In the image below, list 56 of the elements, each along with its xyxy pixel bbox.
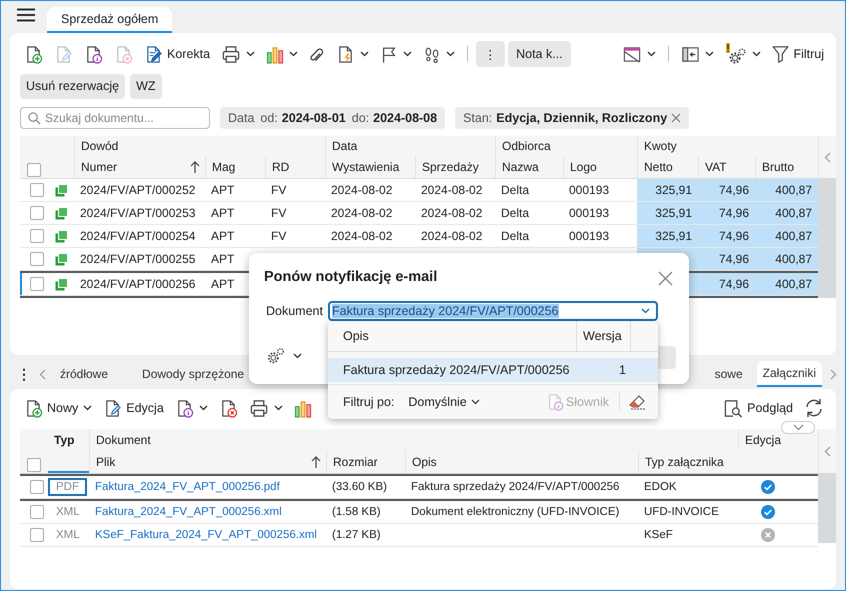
filter-value: 2024-08-08 xyxy=(373,111,438,125)
table-cell: (1.58 KB) xyxy=(332,506,381,518)
filter-label: Filtruj po: xyxy=(343,395,394,409)
table-cell: 400,87 xyxy=(755,202,818,225)
table-cell: 2024-08-02 xyxy=(325,179,415,202)
table-cell: EDOK xyxy=(644,481,677,493)
table-cell: APT xyxy=(205,225,265,248)
table-cell: 325,91 xyxy=(637,179,698,202)
table-cell: 2024-08-02 xyxy=(325,202,415,225)
filter-value: 2024-08-01 xyxy=(282,111,346,125)
table-cell: 74,96 xyxy=(698,273,755,296)
table-cell: 2024/FV/APT/000254 xyxy=(74,225,205,248)
table-cell-text: XML xyxy=(55,528,81,543)
filter-label: Stan: xyxy=(463,111,492,125)
table-cell: 2024-08-02 xyxy=(415,225,495,248)
filter-label: do: xyxy=(352,111,370,125)
table-cell: PDF xyxy=(48,478,87,496)
table-cell: 2024/FV/APT/000253 xyxy=(74,202,205,225)
table-cell: (1.27 KB) xyxy=(332,529,381,541)
field-label: Dokument xyxy=(266,304,323,318)
dialog-title: Ponów notyfikację e-mail xyxy=(264,269,438,285)
table-cell: APT xyxy=(205,179,265,202)
table-cell: 2024/FV/APT/000255 xyxy=(74,248,205,271)
table-cell: Dokument elektroniczny (UFD-INVOICE) xyxy=(411,506,620,518)
table-cell: KSeF xyxy=(644,529,673,541)
column-header: Opis xyxy=(342,329,370,343)
table-cell: FV xyxy=(265,225,325,248)
table-cell: 2024-08-02 xyxy=(415,179,495,202)
table-cell: FV xyxy=(265,179,325,202)
table-cell: 74,96 xyxy=(698,248,755,271)
table-cell: 2024-08-02 xyxy=(415,202,495,225)
table-cell-text: XML xyxy=(55,505,81,520)
table-cell: 400,87 xyxy=(755,179,818,202)
filter-label: od: xyxy=(260,111,278,125)
table-cell: 2024/FV/APT/000252 xyxy=(74,179,205,202)
table-cell: 325,91 xyxy=(637,225,698,248)
table-cell: APT xyxy=(205,202,265,225)
table-cell: UFD-INVOICE xyxy=(644,506,719,518)
column-header: Wersja xyxy=(576,321,630,351)
table-cell: 74,96 xyxy=(698,202,755,225)
filter-value: Edycja, Dziennik, Rozliczony xyxy=(496,111,668,125)
table-cell: 74,96 xyxy=(698,179,755,202)
table-cell: (33.60 KB) xyxy=(332,481,387,493)
table-cell: 2024/FV/APT/000256 xyxy=(74,273,205,296)
table-cell: 2024-08-02 xyxy=(325,225,415,248)
table-cell: Faktura sprzedaży 2024/FV/APT/000256 xyxy=(411,481,620,493)
table-cell: 400,87 xyxy=(755,248,818,271)
filter-label: Data xyxy=(228,111,254,125)
table-cell: Delta xyxy=(495,179,563,202)
table-cell: Delta xyxy=(495,225,563,248)
table-cell: 400,87 xyxy=(755,225,818,248)
table-cell: 325,91 xyxy=(637,202,698,225)
table-cell: Delta xyxy=(495,202,563,225)
table-cell: 74,96 xyxy=(698,225,755,248)
table-cell: 400,87 xyxy=(755,273,818,296)
table-cell: FV xyxy=(265,202,325,225)
